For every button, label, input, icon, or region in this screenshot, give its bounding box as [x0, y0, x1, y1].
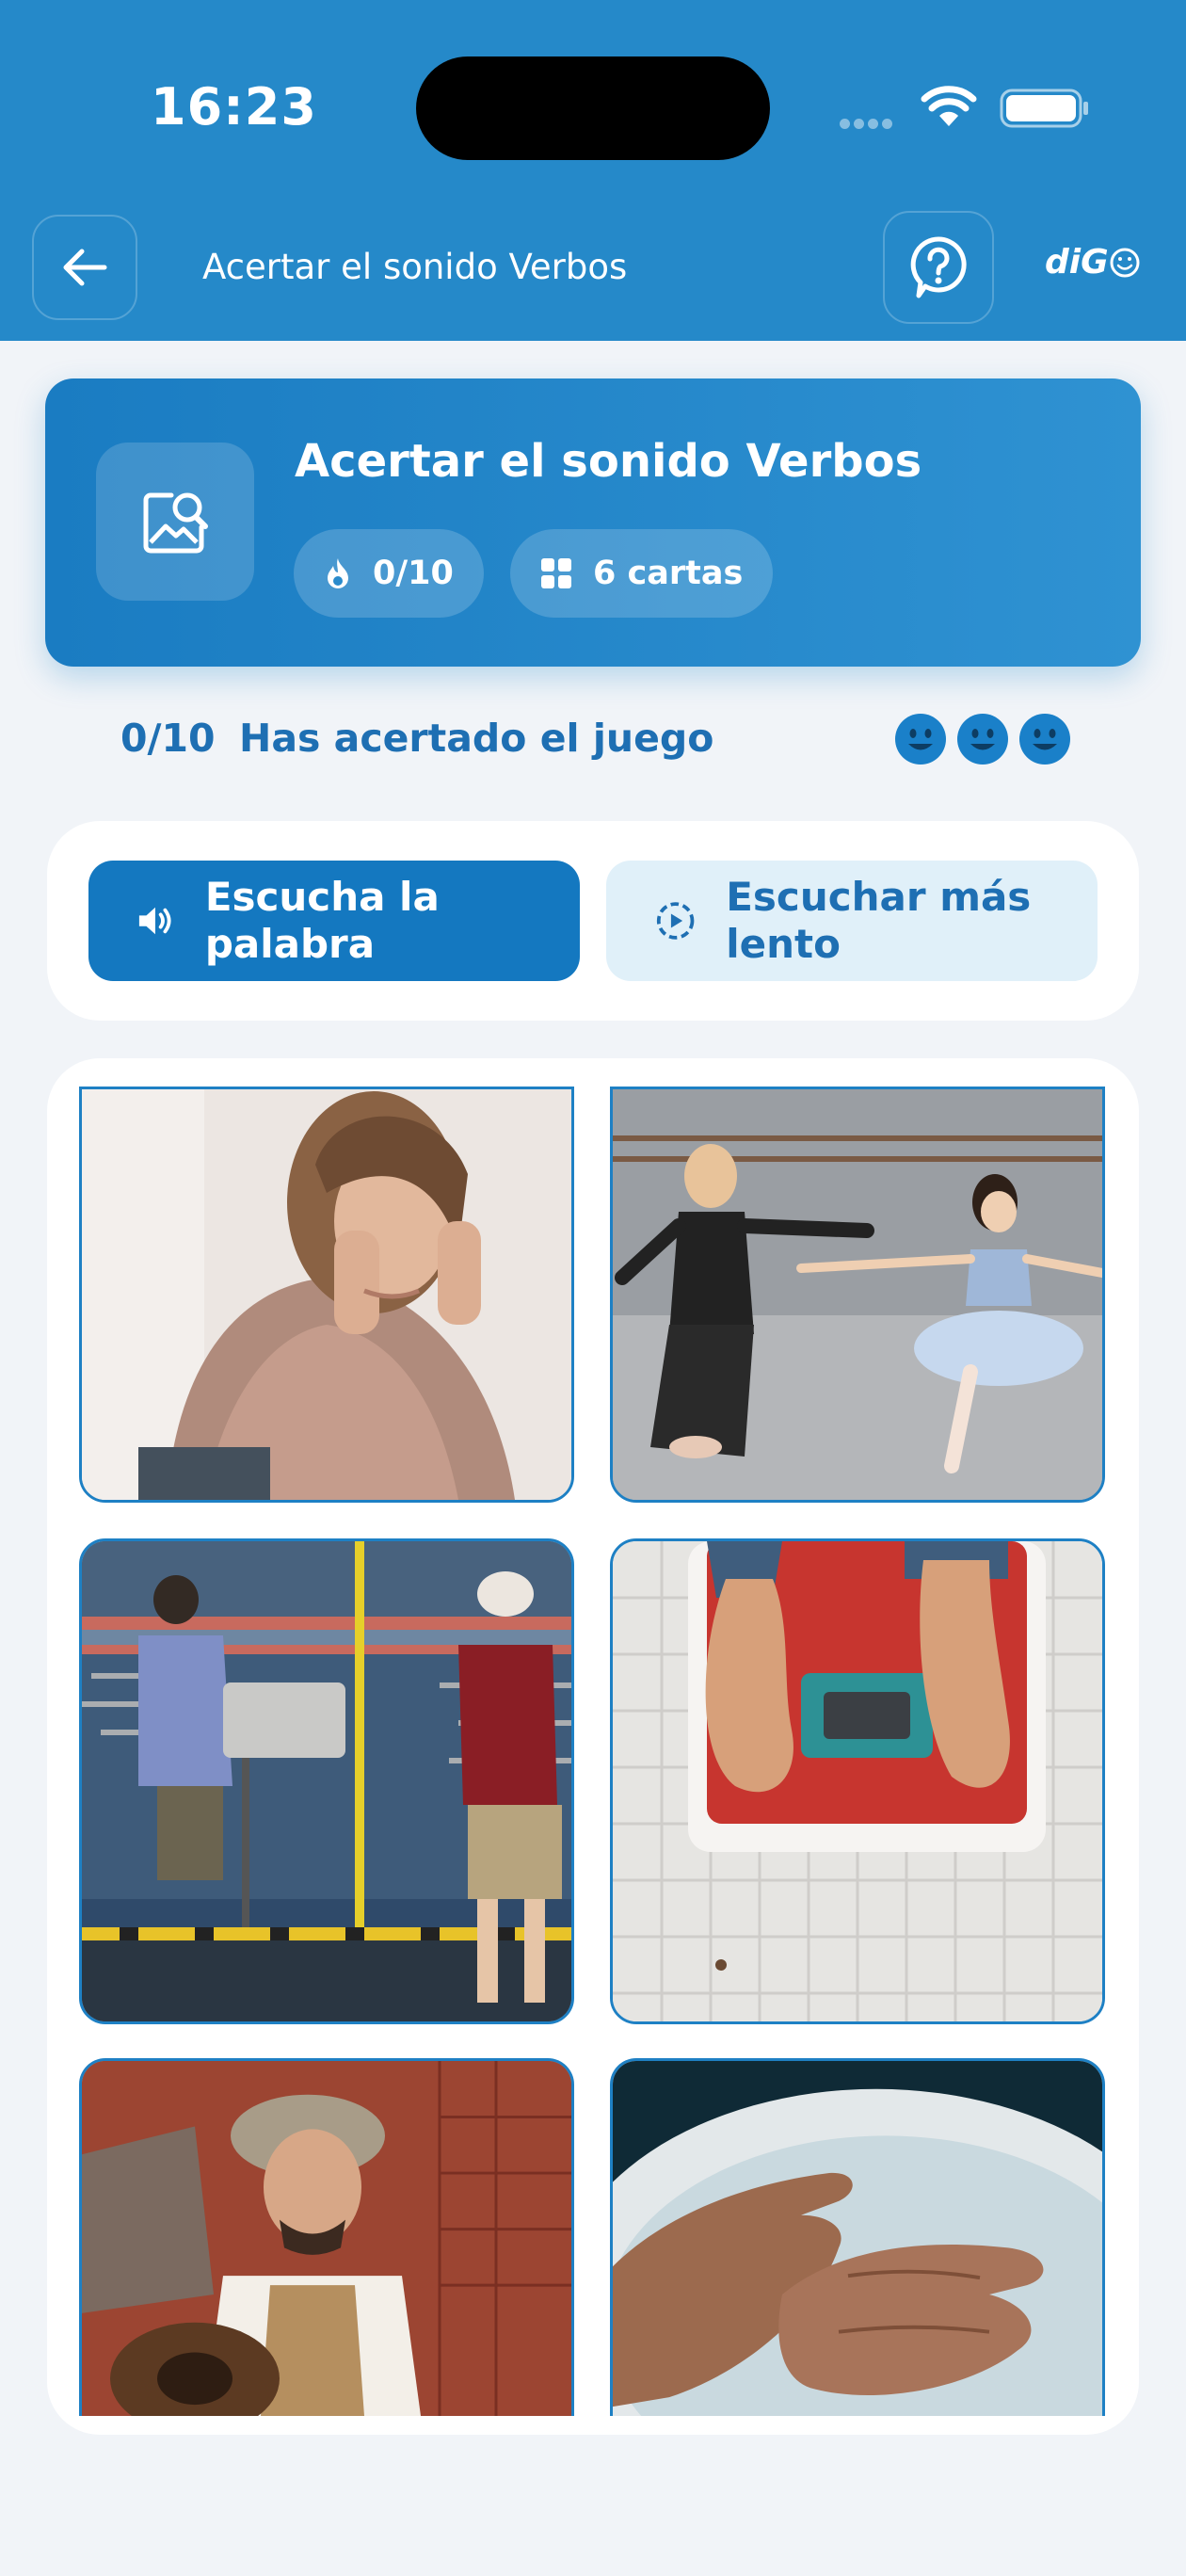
image-card[interactable]: [610, 1538, 1105, 2024]
smiley-icon: [895, 714, 946, 765]
cards-grid: [47, 1058, 1139, 2435]
header-title: Acertar el sonido Verbos: [202, 247, 628, 287]
app-header: 16:23 Acertar el sonido Verbos diG: [0, 0, 1186, 341]
signal-icon: [840, 115, 896, 133]
smiley-logo-icon: [1110, 248, 1140, 277]
image-card[interactable]: [79, 1087, 574, 1503]
back-button[interactable]: [32, 215, 137, 320]
progress-label: Has acertado el juego: [239, 716, 714, 761]
audio-controls: Escucha la palabra Escuchar más lento: [47, 821, 1139, 1021]
progress-count: 0/10: [120, 716, 216, 761]
game-info-card: Acertar el sonido Verbos 0/10 6 cartas: [45, 378, 1141, 667]
image-card[interactable]: [79, 1538, 574, 2024]
dynamic-island: [416, 56, 770, 160]
listen-word-label: Escucha la palabra: [204, 874, 440, 967]
feet-on-scale-photo: [613, 1541, 1102, 2021]
score-value: 0/10: [373, 555, 454, 592]
game-title: Acertar el sonido Verbos: [295, 435, 922, 488]
listen-slower-button[interactable]: Escuchar más lento: [606, 861, 1098, 981]
ballet-dancers-photo: [613, 1089, 1102, 1500]
image-search-icon: [143, 492, 208, 554]
flame-icon: [328, 558, 348, 588]
listen-slower-label: Escuchar más lento: [726, 874, 1032, 967]
slow-play-icon: [656, 902, 695, 940]
woman-holding-head-photo: [82, 1089, 571, 1500]
man-playing-guitar-photo: [82, 2061, 571, 2416]
arrow-left-icon: [63, 249, 107, 286]
speaker-icon: [138, 907, 171, 935]
image-card[interactable]: [610, 1087, 1105, 1503]
brand-logo: diG: [1045, 243, 1141, 282]
lives-indicator: [894, 713, 1081, 765]
listen-word-button[interactable]: Escucha la palabra: [88, 861, 580, 981]
smiley-icon: [957, 714, 1008, 765]
status-time: 16:23: [151, 77, 317, 137]
help-button[interactable]: [883, 211, 994, 324]
brand-text: diG: [1045, 243, 1109, 282]
hands-in-water-photo: [613, 2061, 1102, 2416]
help-circle-icon: [910, 236, 967, 298]
cards-count-pill: 6 cartas: [510, 529, 774, 618]
smiley-icon: [1019, 714, 1070, 765]
camera-operators-stadium-photo: [82, 1541, 571, 2021]
game-icon-box: [96, 443, 254, 601]
cards-count-label: 6 cartas: [593, 555, 744, 592]
wifi-icon: [921, 85, 977, 132]
grid-icon: [541, 558, 571, 588]
image-card[interactable]: [79, 2058, 574, 2416]
battery-icon: [1000, 89, 1090, 132]
score-pill: 0/10: [294, 529, 484, 618]
image-card[interactable]: [610, 2058, 1105, 2416]
